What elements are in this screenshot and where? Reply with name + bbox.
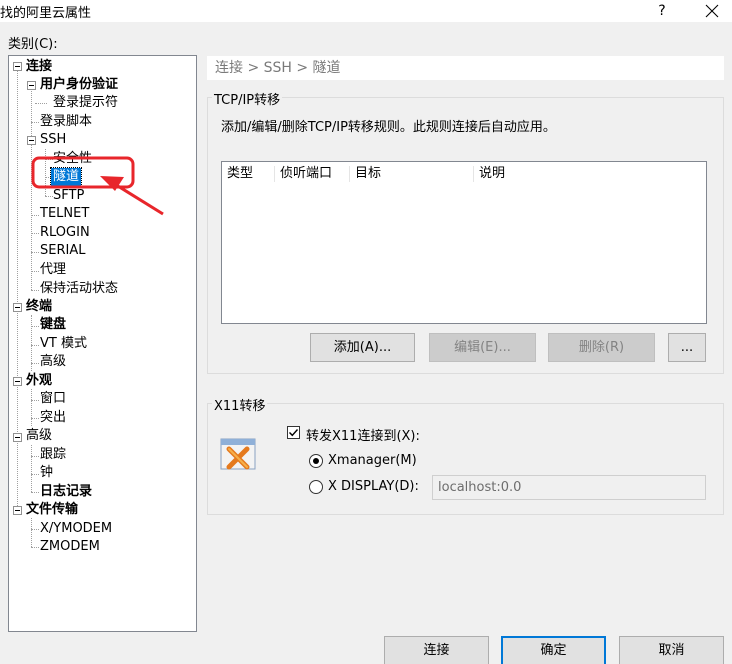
tree-item-label: 高级 [26,428,53,443]
tree-item-label: 窗口 [40,391,67,406]
edit-rule-button[interactable]: 编辑(E)... [429,333,536,362]
tree-connector-line [31,445,32,492]
breadcrumb: 连接 > SSH > 隧道 [207,56,724,80]
tree-item-label: 登录提示符 [53,95,119,110]
column-header-description[interactable]: 说明 [479,162,505,186]
tree-collapse-icon[interactable] [27,81,36,90]
help-button[interactable]: ? [650,1,674,21]
cancel-button[interactable]: 取消 [619,636,724,664]
tree-collapse-icon[interactable] [13,377,22,386]
tree-item-label: 外观 [26,373,53,388]
tree-item-label: 终端 [26,299,53,314]
tree-connector-line [45,149,46,196]
xdisplay-radio[interactable] [309,480,323,494]
tree-item-label: VT 模式 [40,336,87,351]
delete-rule-button[interactable]: 删除(R) [548,333,655,362]
tree-item-label: SERIAL [40,243,86,258]
column-separator [274,166,275,182]
tree-item-label: 文件传输 [26,502,79,517]
tree-item-label: 突出 [40,410,67,425]
tree-item-label: SFTP [53,188,85,203]
tree-item-label: 安全性 [53,151,93,166]
radio-selected-dot [313,458,319,464]
tree-item-label: SSH [40,132,67,147]
tree-item-label: 连接 [26,59,53,74]
xmanager-radio[interactable] [309,454,323,468]
tree-item-label: RLOGIN [40,225,90,240]
tree-item-label: 隧道 [49,167,83,187]
tree-item-label: 键盘 [40,317,67,332]
tree-item-label: 代理 [40,262,67,277]
checkmark-icon [289,429,299,437]
tree-connector-line [35,103,47,104]
tree-item-label: 日志记录 [40,484,93,499]
tree-connector-line [17,67,18,514]
tree-collapse-icon[interactable] [13,62,22,71]
tree-connector-line [31,85,32,140]
close-icon [705,4,719,18]
tree-item-label: ZMODEM [40,539,100,554]
xmanager-icon [219,437,257,477]
tree-item-label: 跟踪 [40,447,67,462]
tree-item-label: 保持活动状态 [40,281,119,296]
tree-collapse-icon[interactable] [27,136,36,145]
column-separator [349,166,350,182]
close-button[interactable] [698,1,726,21]
tree-collapse-icon[interactable] [13,433,22,442]
tree-item-label: TELNET [40,206,90,221]
tree-item-label: 用户身份验证 [40,77,119,92]
tree-item-label: 钟 [40,465,54,480]
tcp-description: 添加/编辑/删除TCP/IP转移规则。此规则连接后自动应用。 [221,120,556,135]
more-options-button[interactable]: ... [668,333,706,362]
x11-forward-label[interactable]: 转发X11连接到(X): [306,425,420,444]
forwarding-rules-list[interactable]: 类型 侦听端口 目标 说明 [221,161,707,324]
xdisplay-radio-label[interactable]: X DISPLAY(D): [328,479,419,494]
ok-button[interactable]: 确定 [501,636,606,664]
tree-item-label: 高级 [40,354,67,369]
tcp-group-title: TCP/IP转移 [212,89,283,108]
category-tree[interactable]: 连接 用户身份验证 登录提示符 登录脚本 SSH 安全性 隧道 SFTP TEL… [8,55,197,632]
tree-item-label: 登录脚本 [40,114,93,129]
x-display-input[interactable]: localhost:0.0 [432,475,706,500]
x11-group-title: X11转移 [212,395,268,414]
tree-connector-line [31,389,32,426]
tree-collapse-icon[interactable] [13,506,22,515]
window-title: 找的阿里云属性 [0,6,92,21]
add-rule-button[interactable]: 添加(A)... [310,333,415,362]
column-header-listen-port[interactable]: 侦听端口 [280,162,332,186]
xmanager-radio-label[interactable]: Xmanager(M) [328,453,417,468]
column-separator [473,166,474,182]
column-header-destination[interactable]: 目标 [355,162,381,186]
title-bar: 找的阿里云属性 ? [0,0,732,22]
category-label: 类别(C): [8,37,58,52]
x11-forward-checkbox[interactable] [287,426,300,439]
tree-collapse-icon[interactable] [13,303,22,312]
tree-connector-line [31,518,32,547]
column-header-type[interactable]: 类型 [227,162,253,186]
tree-item-label: X/YMODEM [40,521,113,536]
connect-button[interactable]: 连接 [384,636,489,664]
